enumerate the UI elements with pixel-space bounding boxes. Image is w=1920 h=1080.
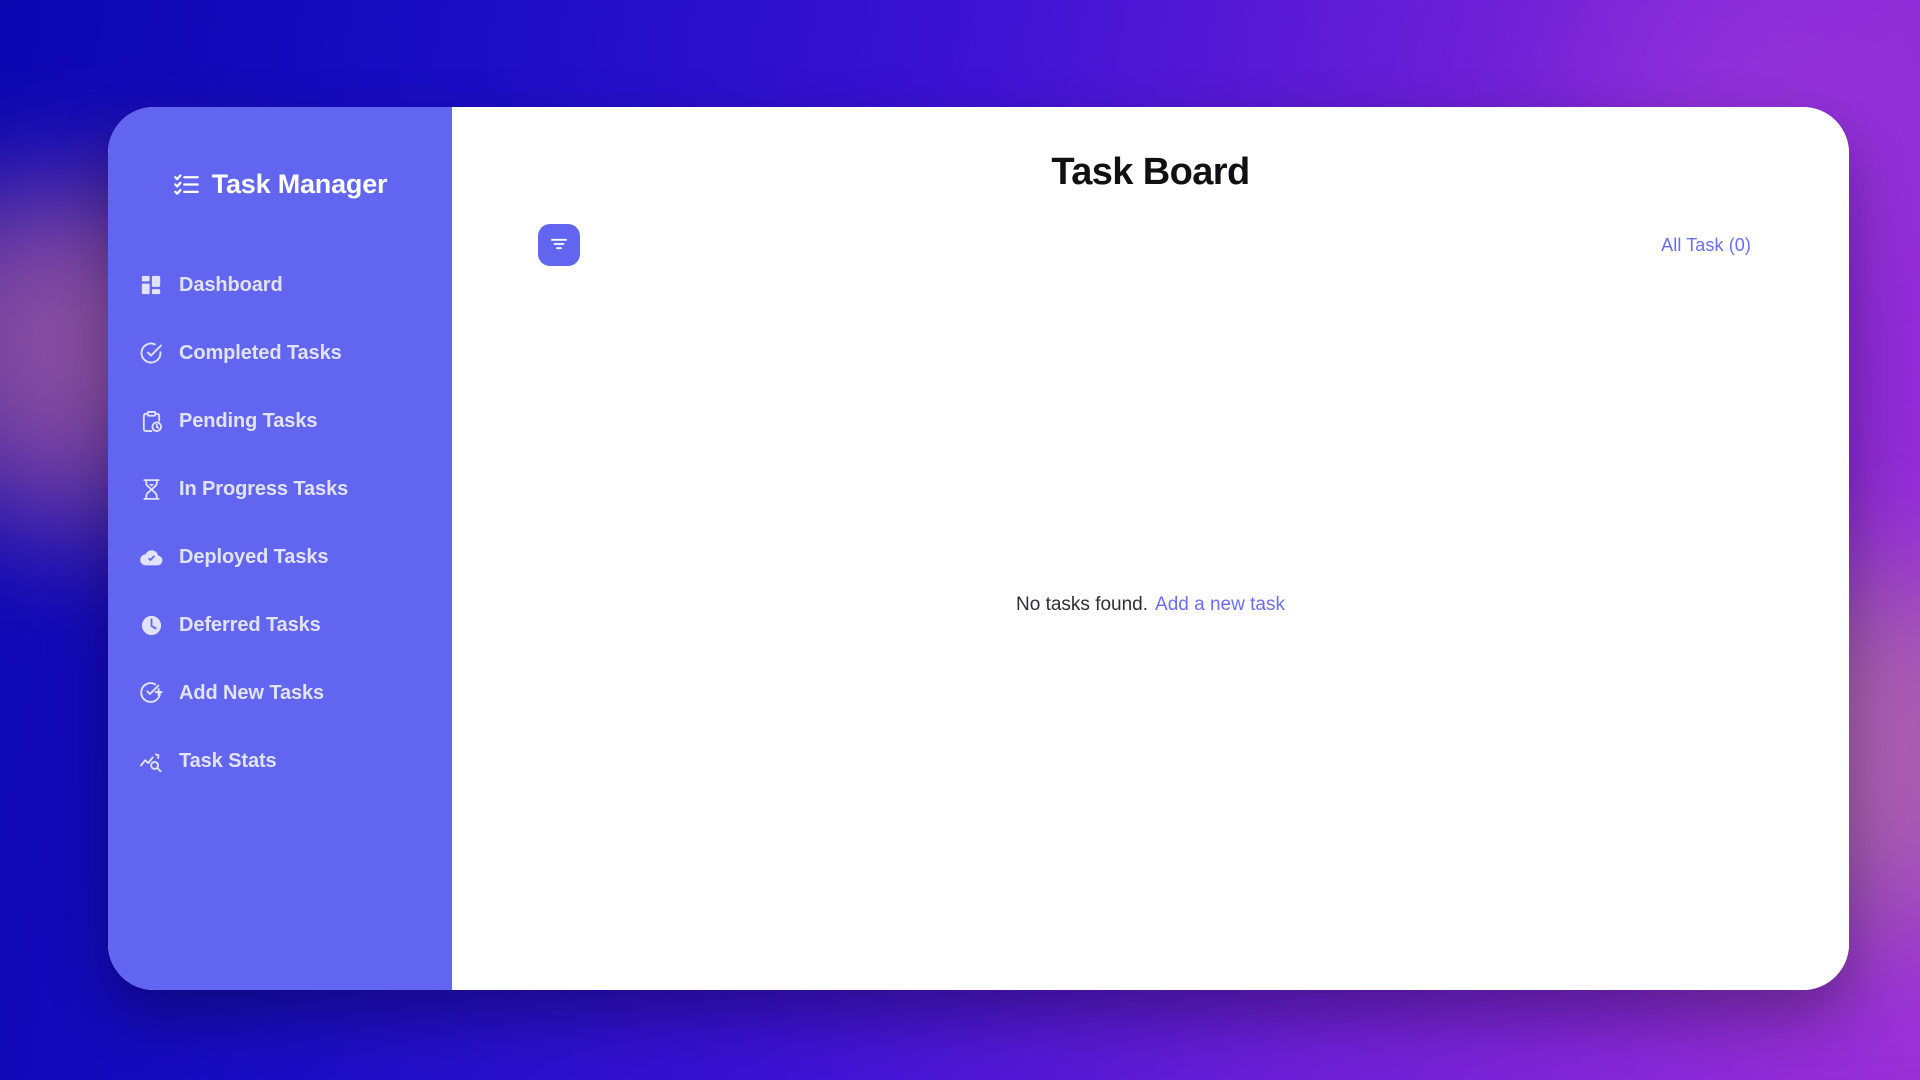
sidebar-item-label: Add New Tasks xyxy=(179,681,325,704)
main-content: Task Board All Task (0) No tasks found. … xyxy=(452,107,1849,990)
app-card: Task Manager Dashboard Completed Tasks P… xyxy=(108,107,1849,990)
sidebar-item-label: Task Stats xyxy=(179,749,277,772)
sidebar-item-in-progress-tasks[interactable]: In Progress Tasks xyxy=(108,465,452,513)
add-new-task-link[interactable]: Add a new task xyxy=(1155,594,1285,616)
dashboard-grid-icon xyxy=(138,272,164,298)
brand-title: Task Manager xyxy=(211,168,388,199)
brand[interactable]: Task Manager xyxy=(108,151,452,217)
clock-icon xyxy=(138,612,164,638)
sidebar-item-dashboard[interactable]: Dashboard xyxy=(108,261,452,309)
sidebar-item-label: Pending Tasks xyxy=(179,409,318,432)
sidebar-nav: Dashboard Completed Tasks Pending Tasks … xyxy=(108,261,452,805)
checklist-icon xyxy=(173,171,200,198)
sidebar-item-deployed-tasks[interactable]: Deployed Tasks xyxy=(108,533,452,581)
circle-check-icon xyxy=(138,340,164,366)
sidebar-item-pending-tasks[interactable]: Pending Tasks xyxy=(108,397,452,445)
sidebar-item-label: Deferred Tasks xyxy=(179,613,321,636)
sidebar-item-label: In Progress Tasks xyxy=(179,477,349,500)
circle-check-plus-icon xyxy=(138,680,164,706)
sidebar-item-label: Completed Tasks xyxy=(179,341,342,364)
hourglass-icon xyxy=(138,476,164,502)
empty-state-message: No tasks found. xyxy=(1016,594,1149,615)
sidebar-item-add-new-tasks[interactable]: Add New Tasks xyxy=(108,669,452,717)
sidebar-item-task-stats[interactable]: Task Stats xyxy=(108,737,452,785)
sidebar-item-label: Dashboard xyxy=(179,273,283,296)
sidebar-item-completed-tasks[interactable]: Completed Tasks xyxy=(108,329,452,377)
page-title: Task Board xyxy=(1051,151,1250,193)
sidebar: Task Manager Dashboard Completed Tasks P… xyxy=(108,107,452,990)
clipboard-clock-icon xyxy=(138,408,164,434)
sidebar-item-label: Deployed Tasks xyxy=(179,545,329,568)
chart-search-icon xyxy=(138,748,164,774)
sidebar-item-deferred-tasks[interactable]: Deferred Tasks xyxy=(108,601,452,649)
empty-state: No tasks found. Add a new task xyxy=(452,220,1849,990)
cloud-check-icon xyxy=(138,544,164,570)
